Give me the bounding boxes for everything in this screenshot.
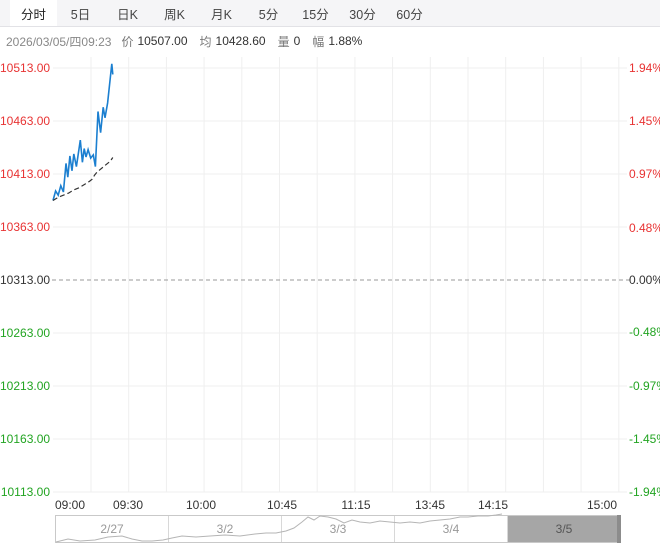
y-axis-left-label: 10263.00 (0, 326, 51, 340)
y-axis-left-label: 10313.00 (0, 273, 51, 287)
y-axis-left-label: 10113.00 (0, 485, 50, 499)
x-axis-label: 14:15 (477, 498, 509, 512)
y-axis-right-label: -1.94% (629, 485, 660, 500)
y-axis-left-label: 10363.00 (0, 220, 51, 234)
average-line (52, 157, 114, 202)
y-axis-right-label: 1.45% (629, 114, 660, 129)
y-axis-left-label: 10413.00 (0, 167, 51, 181)
x-axis-label: 10:45 (266, 498, 298, 512)
x-axis-label: 13:45 (414, 498, 446, 512)
y-axis-left-label: 10163.00 (0, 432, 51, 446)
x-axis-label: 10:00 (185, 498, 217, 512)
intraday-chart-window: 分时 5日 日K 周K 月K 5分 15分 30分 60分 2026/03/05/四09:23 … (0, 0, 660, 546)
x-axis-label: 15:00 (586, 498, 618, 512)
y-axis-left-label: 10213.00 (0, 379, 51, 393)
price-line (52, 63, 114, 201)
y-axis-left-label: 10513.00 (0, 61, 51, 75)
y-axis-right-label: -0.97% (629, 379, 660, 394)
y-axis-right-label: 0.48% (629, 220, 660, 235)
navigator-handle[interactable] (617, 515, 621, 543)
x-axis-label: 11:15 (341, 498, 371, 512)
navigator-sparkline (55, 513, 503, 543)
y-axis-right-label: 0.00% (629, 273, 660, 287)
y-axis-right-label: -1.45% (629, 431, 660, 446)
y-axis-left-label: 10463.00 (0, 114, 51, 128)
chart-canvas[interactable] (0, 0, 660, 546)
x-axis-label: 09:30 (112, 498, 144, 512)
y-axis-right-label: 0.97% (629, 166, 660, 181)
y-axis-right-label: -0.48% (629, 325, 660, 340)
y-axis-right-label: 1.94% (629, 60, 660, 75)
x-axis-label: 09:00 (54, 498, 86, 512)
